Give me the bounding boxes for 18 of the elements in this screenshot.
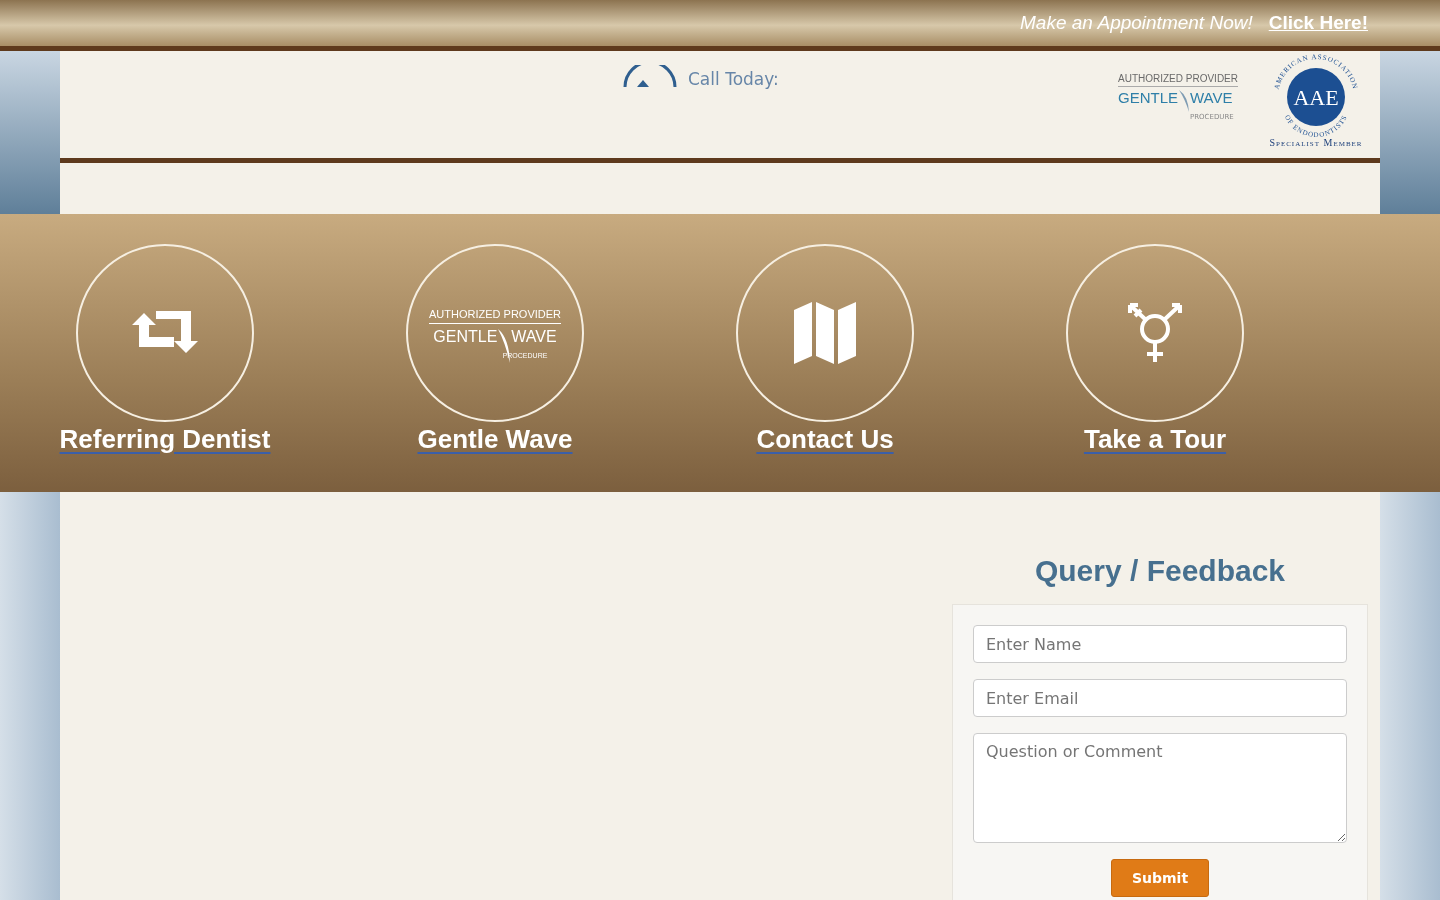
feature-link[interactable]: Take a Tour — [1083, 424, 1227, 455]
call-today-text: Call Today: — [688, 69, 779, 89]
feature-link[interactable]: Referring Dentist — [59, 424, 271, 455]
appointment-text: Make an Appointment Now! — [1020, 12, 1253, 34]
map-icon — [794, 302, 856, 364]
gender-symbol-icon — [1126, 302, 1184, 364]
feature-circle[interactable] — [76, 244, 254, 422]
input-field[interactable]: Enter Email — [973, 679, 1347, 717]
input-field[interactable]: Enter Name — [973, 625, 1347, 663]
repeat-icon — [132, 311, 198, 355]
feature-link[interactable]: Gentle Wave — [417, 424, 573, 455]
feature-circle[interactable] — [1066, 244, 1244, 422]
phone-icon — [622, 65, 678, 89]
feature-circle[interactable] — [736, 244, 914, 422]
form-title: Query / Feedback — [1034, 554, 1286, 588]
comment-field[interactable]: Question or Comment — [973, 733, 1347, 843]
submit-button[interactable]: Submit — [1110, 859, 1210, 897]
feature-link[interactable]: Contact Us — [756, 424, 894, 455]
